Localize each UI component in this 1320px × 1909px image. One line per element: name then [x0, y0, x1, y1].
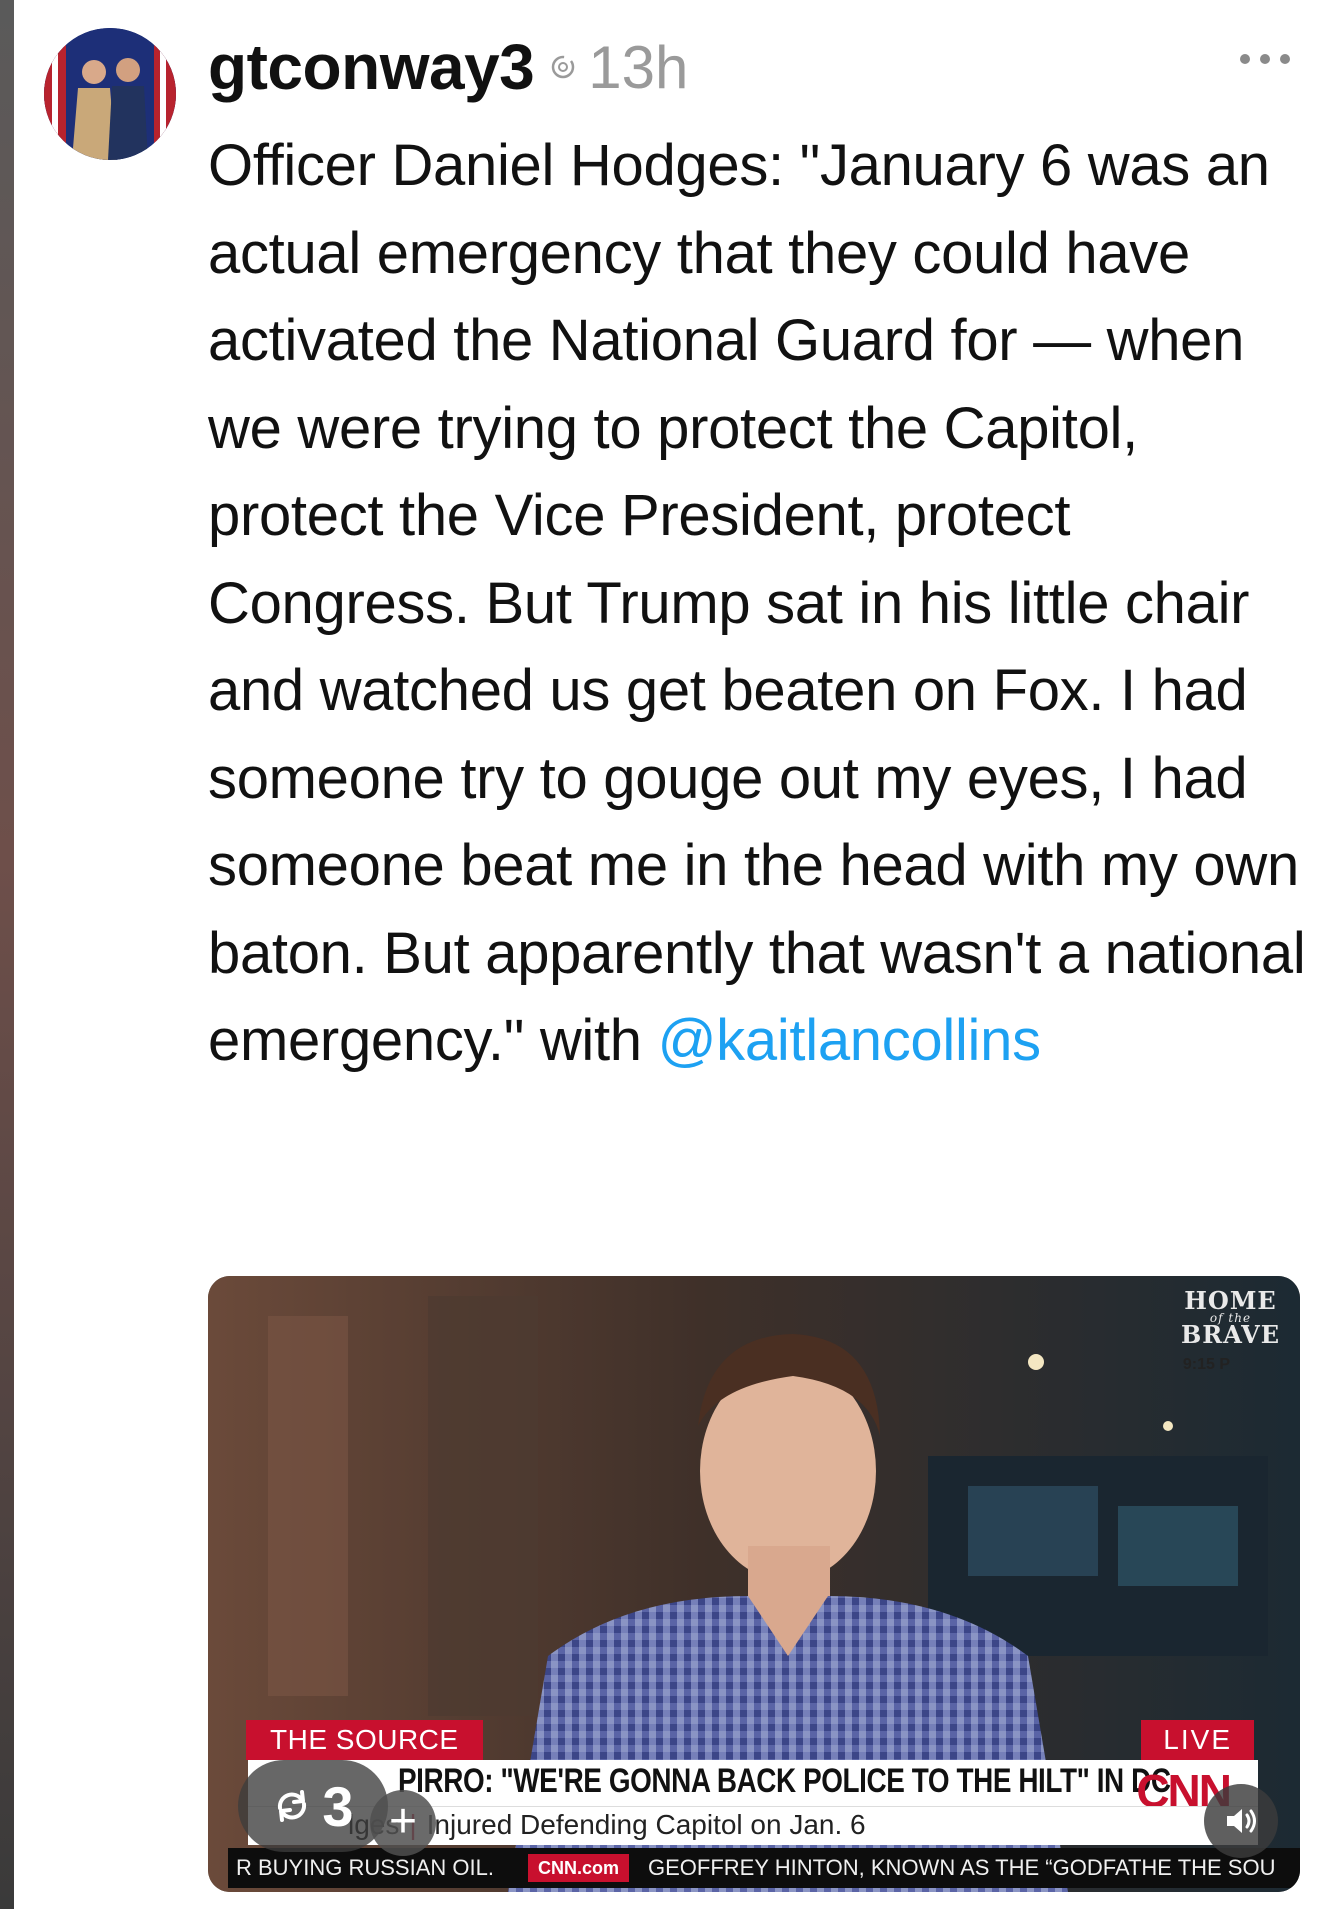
mention-link[interactable]: @kaitlancollins [658, 1008, 1042, 1073]
brand-logo: HOME of the BRAVE [1180, 1286, 1280, 1349]
plus-icon[interactable]: + [370, 1790, 436, 1856]
repost-count: 3 [322, 1774, 354, 1838]
more-dot [1260, 54, 1270, 64]
ticker-right: GEOFFREY HINTON, KNOWN AS THE “GODFATHE … [648, 1855, 1276, 1880]
headline-text: PIRRO: "WE'RE GONNA BACK POLICE TO THE H… [398, 1762, 1171, 1800]
timestamp: 13h [588, 33, 689, 101]
window-edge [0, 0, 14, 1909]
avatar-image [44, 28, 176, 160]
avatar[interactable] [44, 28, 176, 160]
repost-icon [278, 1790, 307, 1822]
live-badge: LIVE [1141, 1720, 1254, 1760]
news-ticker: R BUYING RUSSIAN OIL. CNN.com GEOFFREY H… [228, 1848, 1300, 1888]
post-body: Officer Daniel Hodges: "January 6 was an… [208, 122, 1308, 1085]
show-label: THE SOURCE [246, 1720, 483, 1760]
refresh-icon [552, 55, 575, 79]
sound-button[interactable] [1204, 1784, 1278, 1858]
repost-button[interactable]: 3 [238, 1760, 388, 1852]
video-player[interactable]: HOME of the BRAVE THE SOURCE LIVE PIRRO:… [208, 1276, 1300, 1892]
more-dot [1280, 54, 1290, 64]
speaker-icon [1227, 1809, 1256, 1833]
ticker-left: R BUYING RUSSIAN OIL. [236, 1855, 494, 1880]
ticker-site: CNN.com [528, 1854, 630, 1882]
clock: 9:15 P [1182, 1356, 1230, 1373]
timestamp-group: 13h [548, 33, 688, 102]
post-text: Officer Daniel Hodges: "January 6 was an… [208, 133, 1306, 1073]
more-icon[interactable] [1240, 44, 1290, 74]
more-dot [1240, 54, 1250, 64]
chyron-top: THE SOURCE LIVE [246, 1720, 1266, 1760]
post-header: gtconway3 13h [208, 22, 688, 112]
username[interactable]: gtconway3 [208, 30, 535, 104]
